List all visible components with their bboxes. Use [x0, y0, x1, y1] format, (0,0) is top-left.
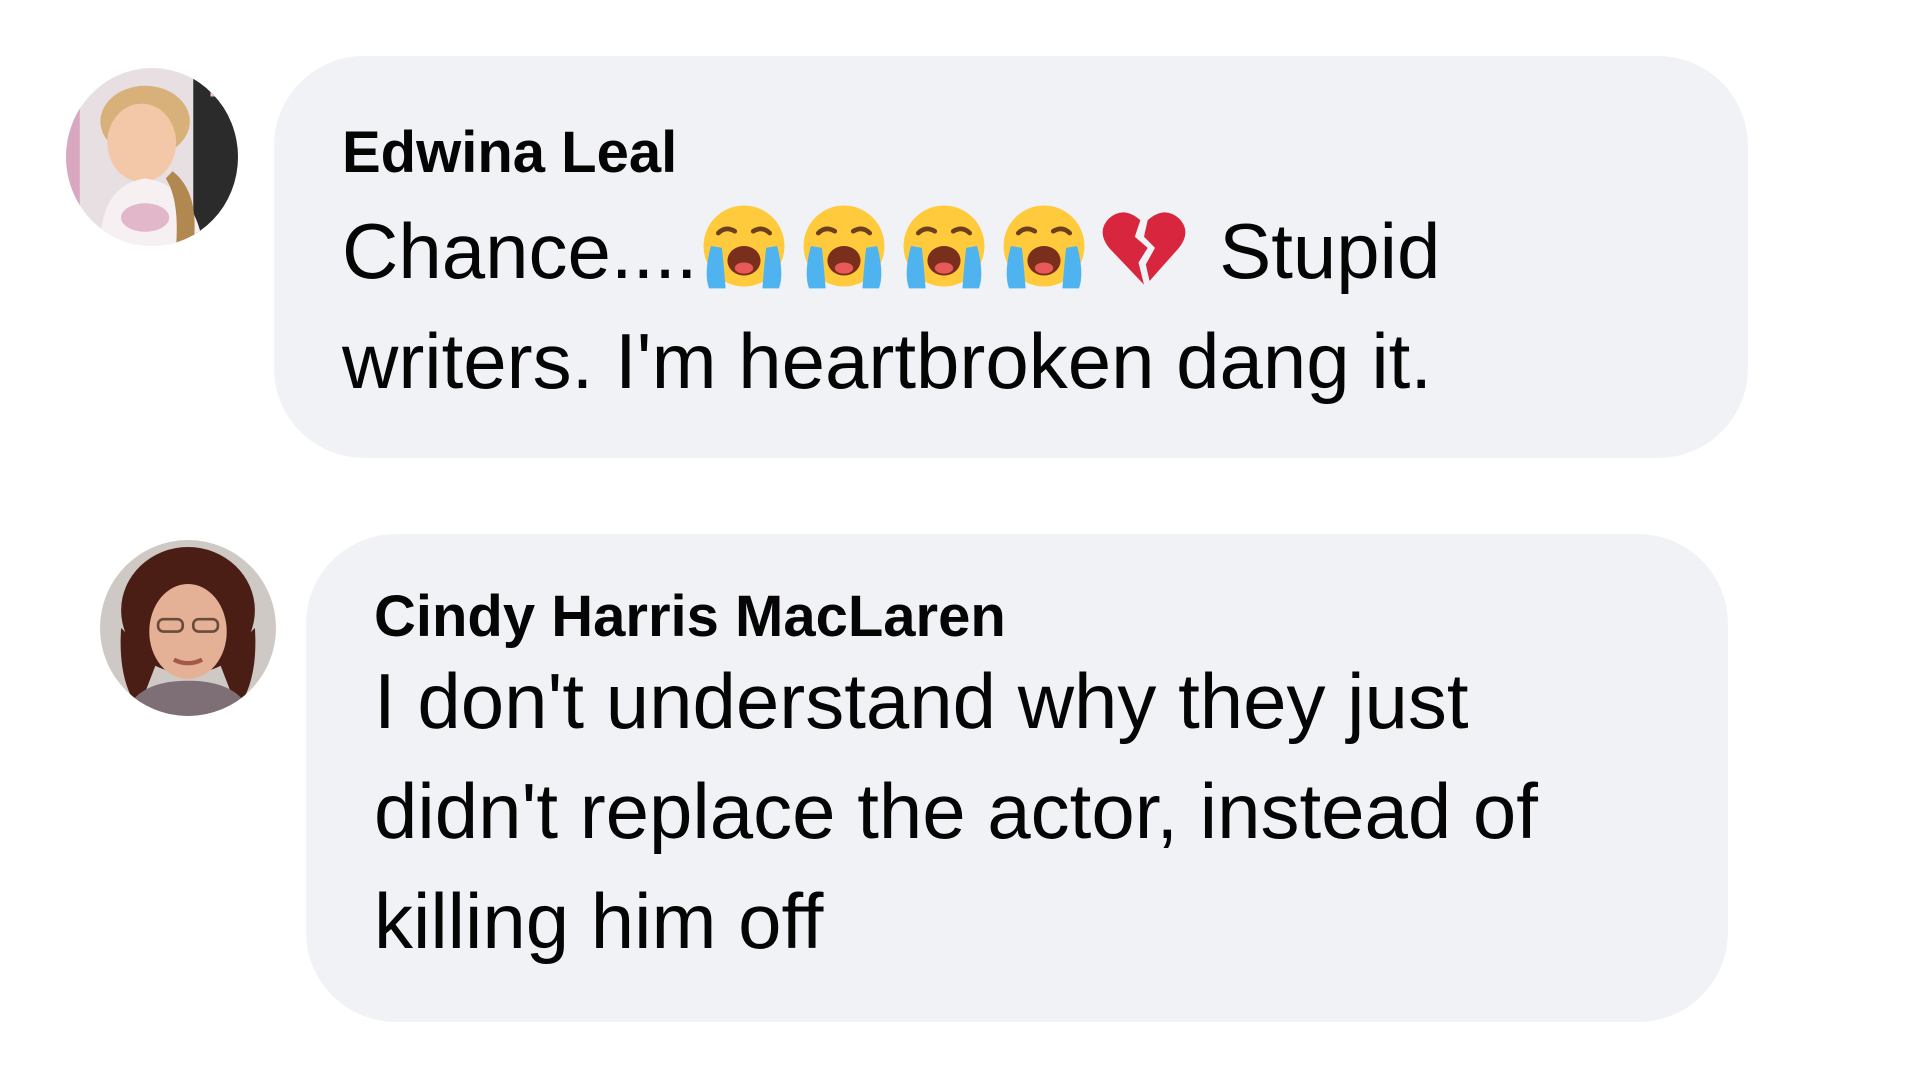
comment-author[interactable]: Edwina Leal — [342, 118, 677, 188]
comment-text: Chance.... — [342, 207, 698, 295]
comment-text-line: Chance.... Stupid — [342, 196, 1440, 306]
crying-face-icon — [698, 200, 790, 292]
avatar[interactable] — [100, 540, 276, 716]
crying-face-icon — [798, 200, 890, 292]
broken-heart-icon — [1098, 200, 1190, 292]
comment-text-line: killing him off — [374, 877, 824, 965]
comment-bubble: Cindy Harris MacLaren I don't understand… — [306, 534, 1728, 1022]
comment-text-line: didn't replace the actor, instead of — [374, 767, 1538, 855]
comment-text-line: writers. I'm heartbroken dang it. — [342, 317, 1433, 405]
comment-bubble: Edwina Leal Chance.... Stupid writers. I… — [274, 56, 1748, 458]
comment-text-line: I don't understand why they just — [374, 657, 1469, 745]
avatar-photo — [66, 68, 238, 246]
comment-author[interactable]: Cindy Harris MacLaren — [374, 582, 1006, 652]
comment-text: Stupid — [1197, 207, 1441, 295]
crying-face-icon — [998, 200, 1090, 292]
avatar[interactable] — [66, 68, 238, 246]
crying-face-icon — [898, 200, 990, 292]
avatar-photo — [100, 540, 276, 716]
